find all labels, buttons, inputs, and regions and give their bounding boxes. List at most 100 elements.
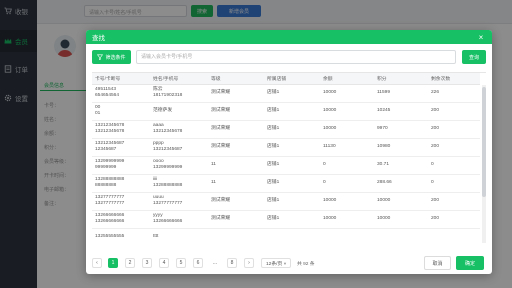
table-cell-points: 11599 (374, 84, 428, 103)
table-cell-card: 13212345678 13212345678 (92, 120, 150, 139)
filter-button[interactable]: 筛选条件 (92, 50, 131, 64)
table-cell-count: 0 (428, 156, 480, 175)
table-cell-points: 30.71 (374, 156, 428, 175)
cancel-button[interactable]: 取消 (424, 256, 451, 270)
table-cell-count: 200 (428, 120, 480, 139)
table-row[interactable]: 13277777777 13277777777 uuuu 13277777777 测试荣… (92, 192, 480, 211)
table-cell-store: 店铺1 (264, 210, 320, 229)
table-cell-level: 测试荣耀 (208, 210, 264, 229)
table-cell-store: 店铺1 (264, 174, 320, 193)
cell-line: 88888888 (95, 183, 117, 188)
table-cell-card: 49511543 654654564 (92, 84, 150, 103)
table-cell-store: 店铺1 (264, 138, 320, 157)
confirm-button[interactable]: 确定 (456, 256, 484, 270)
table-cell-name: 陈云 18171902318 (150, 84, 208, 103)
table-row[interactable]: 13288888888 88888888 iiii 13288888888 11 店铺1 0… (92, 174, 480, 193)
table-cell-name: aaaa 13212345678 (150, 120, 208, 139)
column-header: 卡号/卡断号 (92, 73, 150, 85)
cell-line: 13277777777 (153, 201, 183, 206)
table-cell-count: 0 (428, 174, 480, 193)
cell-line: tttt (153, 233, 159, 239)
funnel-icon (97, 54, 104, 60)
close-icon[interactable]: × (476, 32, 486, 42)
cell-line: 13299999999 (153, 165, 183, 170)
table-row[interactable]: 13212345687 12345687 pppp 13212345687 测试荣耀 店铺… (92, 138, 480, 157)
table-cell-balance: 0 (320, 156, 374, 175)
cell-line: 12345687 (95, 147, 117, 152)
table-row[interactable]: 13212345678 13212345678 aaaa 13212345678 测试荣… (92, 120, 480, 139)
table-row[interactable]: 00 01 范德萨发 测试荣耀 店铺1 10000 10245 200 (92, 102, 480, 121)
table-cell-name: uuuu 13277777777 (150, 192, 208, 211)
member-search-input[interactable] (136, 50, 456, 64)
column-header: 余额 (320, 73, 374, 85)
table-cell-points: 288.66 (374, 174, 428, 193)
cell-line: 13266666666 (153, 219, 183, 224)
table-cell-level (208, 228, 264, 243)
table-cell-store: 店铺1 (264, 156, 320, 175)
cell-line: 13266666666 (95, 219, 125, 224)
page-button[interactable]: 3 (142, 258, 152, 268)
table-cell-balance: 10000 (320, 120, 374, 139)
page-button[interactable]: 2 (125, 258, 135, 268)
table-cell-name: tttt (150, 228, 208, 243)
table-row[interactable]: 13299999999 99999999 oooo 13299999999 11 店铺1 0… (92, 156, 480, 175)
cell-line: 654654564 (95, 93, 120, 98)
table-cell-balance: 10000 (320, 102, 374, 121)
table-cell-level: 测试荣耀 (208, 102, 264, 121)
page-button[interactable]: 4 (159, 258, 169, 268)
table-cell-balance: 0 (320, 174, 374, 193)
table-cell-points: 10980 (374, 138, 428, 157)
page-ellipsis[interactable]: ... (210, 258, 220, 268)
table-row[interactable]: 49511543 654654564 陈云 18171902318 测试荣耀 店铺1 100… (92, 84, 480, 103)
table-cell-points: 9970 (374, 120, 428, 139)
scroll-thumb[interactable] (482, 87, 486, 197)
table-row[interactable]: 13255555555 tttt (92, 228, 480, 243)
table-cell-balance: 10000 (320, 84, 374, 103)
chevron-down-icon: ▼ (283, 261, 287, 266)
query-button[interactable]: 查询 (462, 50, 486, 64)
table-cell-name: pppp 13212345687 (150, 138, 208, 157)
column-header: 所属店铺 (264, 73, 320, 85)
table-cell-level: 11 (208, 174, 264, 193)
page-size-select[interactable]: 12条/页 ▼ (261, 258, 291, 268)
page-button[interactable]: 5 (176, 258, 186, 268)
next-page-button[interactable]: › (244, 258, 254, 268)
table-header-row: 卡号/卡断号 姓名/手机号 等级 所属店铺 余额 积分 剩余次数 (92, 73, 480, 85)
page-button[interactable]: 1 (108, 258, 118, 268)
table-cell-points (374, 228, 428, 243)
table-cell-name: oooo 13299999999 (150, 156, 208, 175)
column-header: 姓名/手机号 (150, 73, 208, 85)
table-scrollbar[interactable] (482, 85, 486, 243)
column-header: 剩余次数 (428, 73, 480, 85)
table-cell-store: 店铺1 (264, 102, 320, 121)
cell-line: 13212345678 (153, 129, 183, 134)
table-cell-count (428, 228, 480, 243)
table-cell-level: 测试荣耀 (208, 192, 264, 211)
page-button[interactable]: 6 (193, 258, 203, 268)
table-cell-store: 店铺1 (264, 120, 320, 139)
prev-page-button[interactable]: ‹ (92, 258, 102, 268)
table-cell-card: 13299999999 99999999 (92, 156, 150, 175)
page-size-value: 12条/页 (266, 261, 283, 267)
table-cell-card: 13288888888 88888888 (92, 174, 150, 193)
find-member-dialog: 查找 × 筛选条件 查询 卡号/卡断号 姓名/手机号 等级 所属店铺 余额 (86, 30, 492, 274)
cell-line: 13212345687 (153, 147, 183, 152)
table-cell-count: 200 (428, 138, 480, 157)
table-cell-points: 10000 (374, 192, 428, 211)
total-count: 共 92 条 (297, 262, 315, 267)
table-cell-balance: 11130 (320, 138, 374, 157)
dialog-header: 查找 × (86, 30, 492, 44)
cell-line: 13255555555 (95, 233, 125, 239)
page-button[interactable]: 8 (227, 258, 237, 268)
cell-line: 13212345678 (95, 129, 125, 134)
table-row[interactable]: 13266666666 13266666666 yyyy 13266666666 测试荣… (92, 210, 480, 229)
table-cell-points: 10000 (374, 210, 428, 229)
table-cell-balance: 10000 (320, 210, 374, 229)
cell-line: 99999999 (95, 165, 117, 170)
table-cell-balance (320, 228, 374, 243)
table-cell-count: 200 (428, 210, 480, 229)
table-cell-level: 测试荣耀 (208, 120, 264, 139)
table-cell-name: iiii 13288888888 (150, 174, 208, 193)
table-cell-card: 13277777777 13277777777 (92, 192, 150, 211)
cell-line: 18171902318 (153, 93, 183, 98)
